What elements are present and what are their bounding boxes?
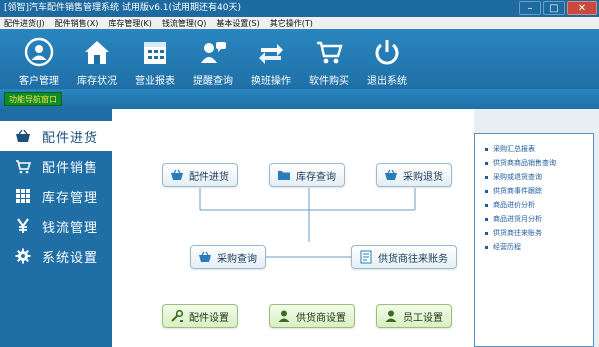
quick-links-panel: 采购汇总报表 供货商商品销售查询 采购或退货查询 供货商事件跟踪 商品进价分析 … [474,109,599,347]
flow-staff-setup-label: 员工设置 [403,312,443,324]
flow-staff-setup-button[interactable]: 员工设置 [376,304,452,328]
toolbar-reports-label: 营业报表 [135,76,175,87]
folder-icon [276,167,292,183]
basket-icon [14,127,32,145]
sidebar-item-label: 配件销售 [42,160,99,176]
toolbar: 客户管理 库存状况 营业报表 提醒查询 换班操作 软件购买 退出系统 [0,29,599,89]
section-bar: 功能导航窗口 [0,89,599,109]
toolbar-buy-software-label: 软件购买 [309,76,349,87]
toolbar-shift-change-label: 换班操作 [251,76,291,87]
quick-link-price-analysis[interactable]: 商品进价分析 [485,198,593,212]
basket-icon [383,167,399,183]
sidebar-item-money-management[interactable]: 钱流管理 [0,211,112,241]
menu-other-operations[interactable]: 其它操作(T) [270,18,313,29]
menu-money-management[interactable]: 钱流管理(Q) [162,18,207,29]
maximize-button[interactable]: □ [543,1,565,15]
flow-parts-setup-button[interactable]: 配件设置 [162,304,238,328]
sidebar-item-stock-management[interactable]: 库存管理 [0,181,112,211]
cart-icon [314,37,344,70]
quick-link-supplier-event-tracking[interactable]: 供货商事件跟踪 [485,184,593,198]
reminder-icon [198,37,228,70]
user-icon [383,308,399,324]
flow-purchase-return-label: 采购退货 [403,171,443,183]
sidebar: 配件进货 配件销售 库存管理 钱流管理 系统设置 [0,109,112,347]
sidebar-item-label: 系统设置 [42,250,99,266]
quick-link-business-history[interactable]: 经营历程 [485,240,593,254]
toolbar-customer-label: 客户管理 [19,76,59,87]
flow-parts-setup-label: 配件设置 [189,312,229,324]
grid-icon [14,187,32,205]
toolbar-customer-button[interactable]: 客户管理 [10,29,68,89]
toolbar-exit-label: 退出系统 [367,76,407,87]
toolbar-stock-status-button[interactable]: 库存状况 [68,29,126,89]
calendar-icon [140,37,170,70]
main-area: 配件进货 库存查询 采购退货 采购查询 供货商往来账务 配件设置 供货商设置 员… [112,109,599,347]
document-icon [358,249,374,265]
toolbar-reminder-label: 提醒查询 [193,76,233,87]
menu-stock-management[interactable]: 库存管理(K) [108,18,152,29]
basket-icon [197,249,213,265]
swap-icon [256,37,286,70]
minimize-button[interactable]: – [519,1,541,15]
sidebar-item-parts-purchase[interactable]: 配件进货 [0,121,112,151]
window-title: [领智]汽车配件销售管理系统 试用版v6.1(试用期还有40天) [4,3,241,13]
menu-basic-settings[interactable]: 基本设置(S) [216,18,259,29]
toolbar-reminder-button[interactable]: 提醒查询 [184,29,242,89]
toolbar-exit-button[interactable]: 退出系统 [358,29,416,89]
tools-icon [169,308,185,324]
flow-supplier-account-label: 供货商往来账务 [378,253,448,265]
sidebar-item-label: 钱流管理 [42,220,99,236]
flow-purchase-return-button[interactable]: 采购退货 [376,163,452,187]
customer-icon [24,37,54,70]
flow-supplier-setup-label: 供货商设置 [296,312,346,324]
yen-icon [14,217,32,235]
quick-link-purchase-return-query[interactable]: 采购或退货查询 [485,170,593,184]
quick-links: 采购汇总报表 供货商商品销售查询 采购或退货查询 供货商事件跟踪 商品进价分析 … [474,133,594,347]
quick-link-monthly-purchase-analysis[interactable]: 商品进货月分析 [485,212,593,226]
cart-icon [14,157,32,175]
quick-link-purchase-summary[interactable]: 采购汇总报表 [485,142,593,156]
window-controls: – □ ✕ [519,1,597,16]
home-icon [82,37,112,70]
toolbar-reports-button[interactable]: 营业报表 [126,29,184,89]
sidebar-item-parts-sales[interactable]: 配件销售 [0,151,112,181]
menu-bar: 配件进货(J) 配件销售(X) 库存管理(K) 钱流管理(Q) 基本设置(S) … [0,17,599,29]
flow-supplier-setup-button[interactable]: 供货商设置 [269,304,355,328]
user-icon [276,308,292,324]
flow-parts-purchase-label: 配件进货 [189,171,229,183]
flow-stock-query-button[interactable]: 库存查询 [269,163,345,187]
close-button[interactable]: ✕ [567,1,597,15]
sidebar-item-system-settings[interactable]: 系统设置 [0,241,112,271]
sidebar-item-label: 库存管理 [42,190,99,206]
flow-purchase-query-button[interactable]: 采购查询 [190,245,266,269]
quick-link-supplier-sales-query[interactable]: 供货商商品销售查询 [485,156,593,170]
menu-parts-sales[interactable]: 配件销售(X) [55,18,99,29]
toolbar-shift-change-button[interactable]: 换班操作 [242,29,300,89]
toolbar-stock-status-label: 库存状况 [77,76,117,87]
title-bar: [领智]汽车配件销售管理系统 试用版v6.1(试用期还有40天) – □ ✕ [0,0,599,17]
quick-link-supplier-accounts[interactable]: 供货商往来账务 [485,226,593,240]
gear-icon [14,247,32,265]
toolbar-buy-software-button[interactable]: 软件购买 [300,29,358,89]
flow-purchase-query-label: 采购查询 [217,253,257,265]
flow-supplier-account-button[interactable]: 供货商往来账务 [351,245,457,269]
nav-window-tab[interactable]: 功能导航窗口 [4,92,62,106]
sidebar-item-label: 配件进货 [42,130,99,146]
basket-icon [169,167,185,183]
flow-panel: 配件进货 库存查询 采购退货 采购查询 供货商往来账务 配件设置 供货商设置 员… [112,109,474,347]
flow-stock-query-label: 库存查询 [296,171,336,183]
menu-parts-purchase[interactable]: 配件进货(J) [4,18,45,29]
flow-parts-purchase-button[interactable]: 配件进货 [162,163,238,187]
power-icon [372,37,402,70]
